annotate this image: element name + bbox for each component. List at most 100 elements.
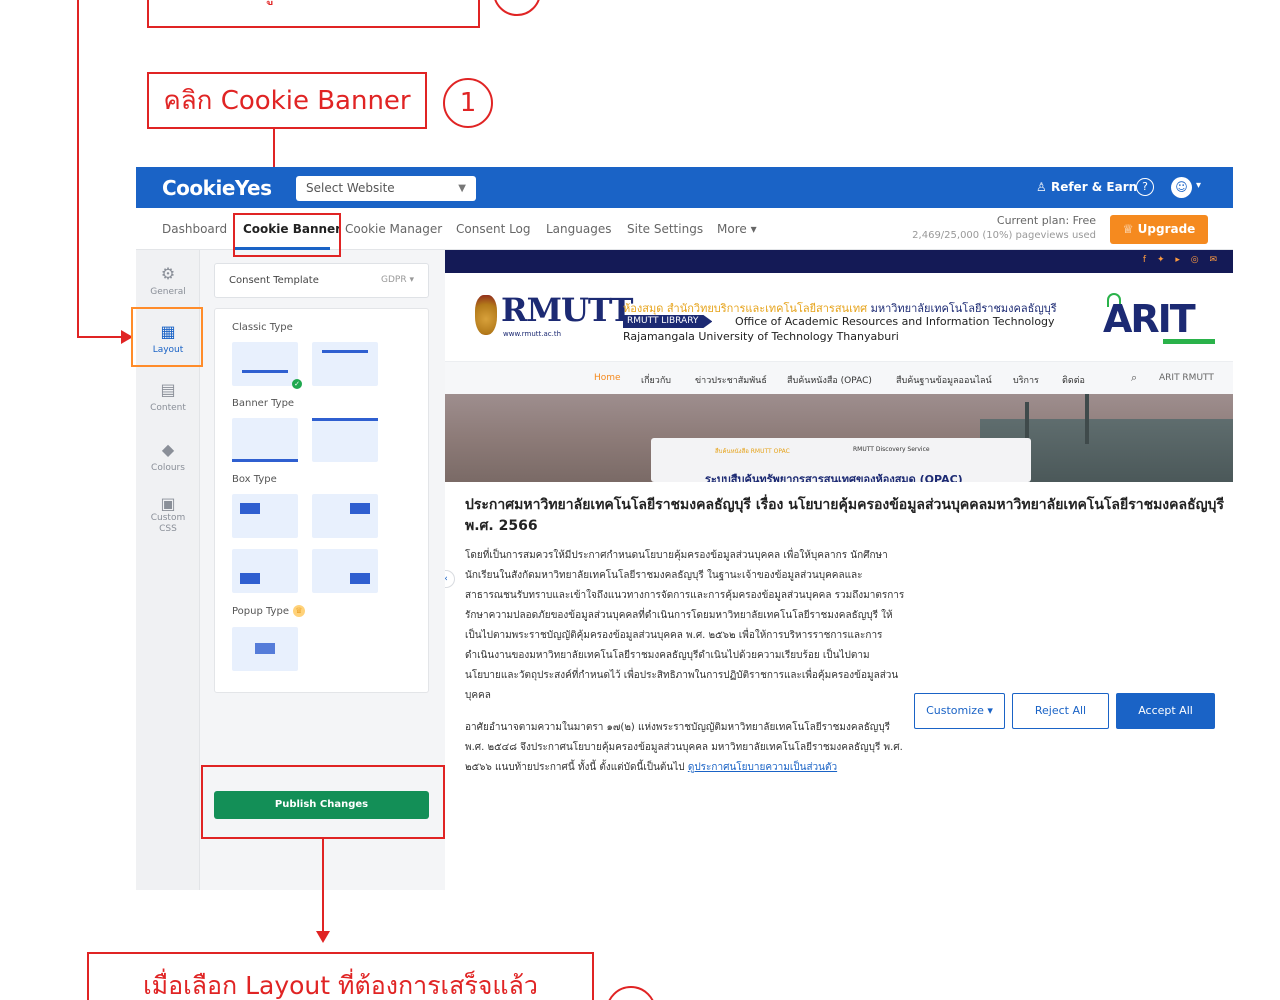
annotation-top-circle [493,0,541,16]
arit-logo-text: ARIT [1103,297,1196,341]
consent-template-label: Consent Template [229,275,319,286]
account-avatar[interactable]: ☺ [1171,177,1192,198]
banner-title: ประกาศมหาวิทยาลัยเทคโนโลยีราชมงคลธัญบุรี… [465,497,1224,534]
annotation-step1-text: คลิก Cookie Banner [163,86,411,116]
highlight-publish-button [201,765,445,839]
tutorial-stage: เลือกรูปแบบที่ต้องการ คลิก Cookie Banner… [0,0,1280,1000]
privacy-policy-link[interactable]: ดูประกาศนโยบายความเป็นส่วนตัว [688,762,837,773]
site-menu-home[interactable]: Home [594,373,621,383]
layout-banner-top[interactable] [312,418,378,462]
sidebar-item-label: Custom CSS [150,513,186,534]
annotation-bottom-text: เมื่อเลือก Layout ที่ต้องการเสร็จแล้ว [143,971,538,1000]
hero-tab-discovery[interactable]: RMUTT Discovery Service [853,446,930,453]
pageviews-used: 2,469/25,000 (10%) pageviews used [912,230,1096,241]
annotation-step1-circle: 1 [443,78,493,128]
banner-description-2: อาศัยอำนาจตามความในมาตรา ๑๗(๒) แห่งพระรา… [465,722,903,773]
site-menu-opac[interactable]: สืบค้นหนังสือ (OPAC) [787,373,872,387]
select-website-label: Select Website [306,181,395,195]
search-icon[interactable]: ⌕ [1131,371,1137,385]
premium-crown-icon: ♕ [292,605,305,617]
layout-box-bottom-right[interactable] [312,549,378,593]
university-seal-logo [475,295,497,335]
help-icon[interactable]: ? [1136,178,1154,196]
tab-cookie-manager[interactable]: Cookie Manager [345,222,442,236]
annotation-top-box: เลือกรูปแบบที่ต้องการ [147,0,480,28]
annotation-step1-box: คลิก Cookie Banner [147,72,427,129]
collapse-panel-icon[interactable]: ‹ [445,570,455,588]
site-menu-contact[interactable]: ติดต่อ [1062,373,1085,387]
top-bar: CookieYes Select Website ▼ ♙ Refer & Ear… [136,167,1233,208]
preview-top-strip: f ✦ ▸ ◎ ✉ [445,250,1233,273]
customize-button[interactable]: Customize ▾ [914,693,1005,729]
site-menu-about[interactable]: เกี่ยวกับ [641,373,671,387]
tab-consent-log[interactable]: Consent Log [456,222,531,236]
site-menu-services[interactable]: บริการ [1013,373,1039,387]
layout-options-card: Classic Type ✓ Banner Type Box Type Popu… [214,308,429,693]
hero-antenna [1085,394,1089,444]
preview-site-menu: Home เกี่ยวกับ ข่าวประชาสัมพันธ์ สืบค้นห… [445,361,1233,394]
tab-site-settings[interactable]: Site Settings [627,222,703,236]
connector-left-horizontal [77,336,123,338]
consent-template-value: GDPR ▾ [381,275,414,285]
current-plan: Current plan: Free [996,214,1096,227]
reject-all-button[interactable]: Reject All [1012,693,1109,729]
site-menu-databases[interactable]: สืบค้นฐานข้อมูลออนไลน์ [896,373,992,387]
sidebar-item-custom-css[interactable]: ▣ Custom CSS [136,494,200,535]
crown-icon: ♕ [1122,222,1134,236]
site-menu-news[interactable]: ข่าวประชาสัมพันธ์ [695,373,767,387]
connector-left-vertical [77,0,79,338]
layout-banner-bottom[interactable] [232,418,298,462]
annotation-step1-number: 1 [459,88,477,118]
sidebar-item-general[interactable]: ⚙ General [136,264,200,297]
tab-dashboard[interactable]: Dashboard [162,222,227,236]
social-icons: f ✦ ▸ ◎ ✉ [1142,255,1221,265]
accept-all-button[interactable]: Accept All [1116,693,1215,729]
account-chevron-icon[interactable]: ▾ [1196,180,1201,191]
cookieyes-logo[interactable]: CookieYes [162,176,272,200]
layout-box-top-right[interactable] [312,494,378,538]
hero-title: ระบบสืบค้นทรัพยากรสารสนเทศของห้องสมุด (O… [705,473,963,482]
site-menu-arit[interactable]: ARIT RMUTT [1159,373,1214,383]
university-name: Rajamangala University of Technology Tha… [623,330,899,343]
sidebar-item-content[interactable]: ▤ Content [136,380,200,413]
document-icon: ▤ [160,380,176,399]
hero-tab-opac[interactable]: สืบค้นหนังสือ RMUTT OPAC [715,446,790,456]
layout-classic-bottom[interactable]: ✓ [232,342,302,389]
rmutt-url: www.rmutt.ac.th [503,330,562,338]
paint-bucket-icon: ◆ [161,440,175,459]
upgrade-button[interactable]: ♕ Upgrade [1110,215,1208,244]
preview-site-header: RMUTT www.rmutt.ac.th ห้องสมุด สำนักวิทย… [445,273,1233,361]
banner-preview: f ✦ ▸ ◎ ✉ RMUTT www.rmutt.ac.th ห้องสมุด… [445,250,1233,890]
sidebar-item-label: Content [150,403,186,413]
sidebar-item-label: Colours [151,463,185,473]
gear-icon: ⚙ [160,264,176,283]
annotation-top-text: เลือกรูปแบบที่ต้องการ [220,0,407,9]
banner-description: โดยที่เป็นการสมควรให้มีประกาศกำหนดนโยบาย… [465,550,905,701]
tab-more[interactable]: More ▾ [717,222,757,236]
layout-box-bottom-left[interactable] [232,549,298,593]
connector-bottom-arrowhead [316,931,330,943]
layout-classic-top[interactable] [312,342,378,386]
rmutt-logo-text: RMUTT [501,291,633,329]
layout-popup-center[interactable] [232,627,298,671]
select-website-dropdown[interactable]: Select Website ▼ [296,176,476,201]
box-type-label: Box Type [232,474,277,485]
refer-earn-label: Refer & Earn [1050,180,1138,194]
highlight-layout-item [131,307,203,367]
library-tag: RMUTT LIBRARY [623,315,713,328]
preview-hero-image: สืบค้นหนังสือ RMUTT OPAC RMUTT Discovery… [445,394,1233,482]
banner-type-label: Banner Type [232,398,295,409]
popup-type-label: Popup Type ♕ [232,605,305,617]
connector-bottom-line [322,839,324,934]
arit-logo-tag [1163,339,1215,344]
sidebar-item-label: General [150,287,186,297]
css-icon: ▣ [160,494,176,513]
classic-type-label: Classic Type [232,322,293,333]
upgrade-label: Upgrade [1137,222,1196,236]
sidebar-item-colours[interactable]: ◆ Colours [136,440,200,473]
consent-template-select[interactable]: Consent Template GDPR ▾ [214,263,429,298]
layout-box-top-left[interactable] [232,494,298,538]
annotation-bottom-box: เมื่อเลือก Layout ที่ต้องการเสร็จแล้ว [87,952,594,1000]
tab-languages[interactable]: Languages [546,222,611,236]
refer-earn-link[interactable]: ♙ Refer & Earn [1036,180,1137,194]
